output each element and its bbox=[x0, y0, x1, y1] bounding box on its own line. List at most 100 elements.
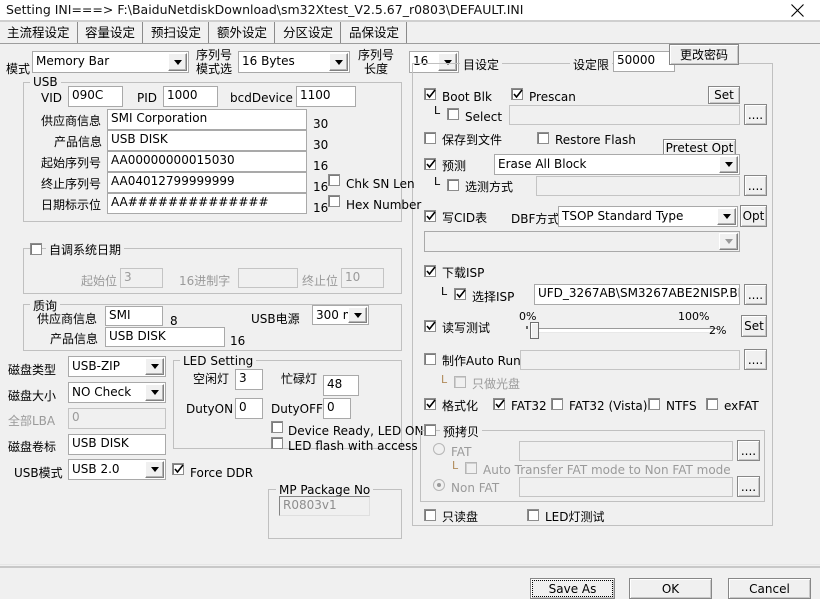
nonfat-browse-button[interactable]: .... bbox=[737, 476, 760, 497]
tab-quality[interactable]: 品保设定 bbox=[342, 22, 408, 43]
change-password-button[interactable]: 更改密码 bbox=[669, 44, 739, 65]
prescan-checkbox[interactable] bbox=[511, 88, 523, 100]
disk-volume-input[interactable]: USB DISK bbox=[68, 434, 166, 455]
exfat-checkbox[interactable] bbox=[706, 398, 718, 410]
select-mode-label: 选测方式 bbox=[465, 180, 514, 194]
hex-string-input[interactable] bbox=[238, 268, 298, 288]
select-input[interactable] bbox=[509, 105, 740, 125]
led-test-checkbox[interactable] bbox=[527, 509, 539, 521]
device-ready-led-label: Device Ready, LED ON bbox=[288, 424, 424, 438]
tree-elbow-cdrom: L bbox=[441, 373, 448, 386]
cancel-button[interactable]: Cancel bbox=[728, 578, 811, 599]
pid-input[interactable]: 1000 bbox=[163, 86, 218, 107]
boot-blk-label: Boot Blk bbox=[442, 90, 492, 104]
busy-led-input[interactable]: 48 bbox=[323, 375, 359, 396]
prescan-set-button[interactable]: Set bbox=[708, 86, 740, 104]
bcddevice-input[interactable]: 1100 bbox=[296, 86, 356, 107]
readonly-disk-checkbox[interactable] bbox=[424, 509, 436, 521]
auto-date-checkbox[interactable] bbox=[30, 243, 42, 255]
tab-prescan[interactable]: 预扫设定 bbox=[144, 22, 210, 43]
rw-test-slider-thumb[interactable] bbox=[530, 322, 539, 339]
idle-led-input[interactable]: 3 bbox=[235, 369, 263, 390]
boot-blk-checkbox[interactable] bbox=[424, 88, 436, 100]
mode-combo[interactable]: Memory Bar bbox=[32, 51, 189, 73]
sn-mode-combo[interactable]: 16 Bytes bbox=[238, 51, 350, 73]
sn-length-label-2: 长度 bbox=[364, 62, 389, 76]
auto-transfer-checkbox[interactable] bbox=[465, 462, 477, 474]
make-autorun-browse-button[interactable]: .... bbox=[744, 349, 767, 370]
select-mode-browse-button[interactable]: .... bbox=[744, 175, 767, 196]
rw-test-slider-track[interactable] bbox=[531, 328, 718, 333]
tab-main-flow[interactable]: 主流程设定 bbox=[0, 22, 78, 43]
fat32-vista-checkbox[interactable] bbox=[551, 398, 563, 410]
write-cid-checkbox[interactable] bbox=[424, 210, 436, 222]
disk-type-combo[interactable]: USB-ZIP bbox=[68, 356, 166, 377]
dbf-mode-combo[interactable]: TSOP Standard Type bbox=[558, 206, 738, 227]
download-isp-checkbox[interactable] bbox=[424, 265, 436, 277]
save-to-file-checkbox[interactable] bbox=[424, 132, 436, 144]
cdrom-only-checkbox[interactable] bbox=[454, 376, 466, 388]
led-flash-checkbox[interactable] bbox=[271, 437, 283, 449]
nonfat-path-input[interactable] bbox=[519, 477, 733, 497]
vid-input[interactable]: 090C bbox=[68, 86, 123, 107]
force-ddr-label: Force DDR bbox=[190, 466, 254, 480]
rw-test-set-button[interactable]: Set bbox=[741, 315, 767, 337]
date-mark-input[interactable]: AA############## bbox=[107, 193, 307, 214]
disk-size-combo[interactable]: NO Check bbox=[68, 382, 166, 403]
flash-list-combo[interactable] bbox=[424, 231, 740, 252]
hex-number-checkbox[interactable] bbox=[328, 195, 340, 207]
fat-radio[interactable] bbox=[433, 443, 445, 455]
precopy-label: 预拷贝 bbox=[440, 423, 483, 440]
select-browse-button[interactable]: .... bbox=[744, 104, 767, 125]
check-icon bbox=[426, 211, 436, 221]
select-mode-input[interactable] bbox=[536, 176, 740, 196]
duty-off-input[interactable]: 0 bbox=[323, 398, 351, 419]
duty-on-input[interactable]: 0 bbox=[235, 398, 263, 419]
save-as-button[interactable]: Save As bbox=[530, 578, 615, 599]
start-bit-input[interactable]: 3 bbox=[120, 268, 163, 288]
product-info-input[interactable]: USB DISK bbox=[107, 130, 307, 151]
usb-mode-combo[interactable]: USB 2.0 bbox=[68, 459, 166, 480]
exfat-label: exFAT bbox=[724, 399, 759, 413]
inquiry-product-input[interactable]: USB DISK bbox=[105, 327, 225, 347]
fat-browse-button[interactable]: .... bbox=[737, 440, 760, 461]
rw-test-checkbox[interactable] bbox=[424, 320, 436, 332]
make-autorun-input[interactable] bbox=[520, 350, 740, 370]
ok-button[interactable]: OK bbox=[629, 578, 712, 599]
tab-extra[interactable]: 额外设定 bbox=[210, 22, 276, 43]
pretest-checkbox[interactable] bbox=[424, 158, 436, 170]
ntfs-label: NTFS bbox=[666, 399, 697, 413]
tab-capacity[interactable]: 容量设定 bbox=[78, 22, 144, 43]
tab-partition[interactable]: 分区设定 bbox=[276, 22, 342, 43]
chevron-down-icon bbox=[719, 233, 738, 250]
select-checkbox[interactable] bbox=[447, 108, 459, 120]
select-isp-browse-button[interactable]: .... bbox=[744, 284, 767, 305]
dbf-opt-button[interactable]: Opt bbox=[740, 205, 767, 227]
select-isp-input[interactable]: UFD_3267AB\SM3267ABE2NISP.BIN bbox=[534, 284, 740, 305]
start-serial-input[interactable]: AA00000000015030 bbox=[107, 151, 307, 172]
fat-path-input[interactable] bbox=[519, 441, 733, 461]
inquiry-vendor-input[interactable]: SMI bbox=[105, 306, 163, 326]
disk-size-value: NO Check bbox=[72, 385, 132, 399]
usb-power-combo[interactable]: 300 mA bbox=[312, 305, 369, 325]
select-mode-checkbox[interactable] bbox=[447, 179, 459, 191]
close-icon[interactable] bbox=[774, 0, 820, 21]
device-ready-led-checkbox[interactable] bbox=[271, 421, 283, 433]
restore-flash-checkbox[interactable] bbox=[537, 132, 549, 144]
chk-sn-len-checkbox[interactable] bbox=[328, 174, 340, 186]
end-serial-input[interactable]: AA04012799999999 bbox=[107, 172, 307, 193]
nonfat-radio[interactable] bbox=[433, 479, 445, 491]
fat32-checkbox[interactable] bbox=[493, 398, 505, 410]
ntfs-checkbox[interactable] bbox=[648, 398, 660, 410]
end-bit-input[interactable]: 10 bbox=[341, 268, 384, 288]
limit-input[interactable]: 50000 bbox=[613, 51, 675, 72]
select-isp-checkbox[interactable] bbox=[454, 288, 466, 300]
end-bit-label: 终止位 bbox=[302, 274, 339, 288]
format-checkbox[interactable] bbox=[424, 398, 436, 410]
disk-type-label: 磁盘类型 bbox=[8, 363, 57, 377]
vendor-info-input[interactable]: SMI Corporation bbox=[107, 109, 307, 130]
pretest-combo[interactable]: Erase All Block bbox=[494, 154, 740, 175]
force-ddr-checkbox[interactable] bbox=[172, 463, 184, 475]
make-autorun-checkbox[interactable] bbox=[424, 353, 436, 365]
precopy-checkbox[interactable] bbox=[424, 424, 436, 436]
